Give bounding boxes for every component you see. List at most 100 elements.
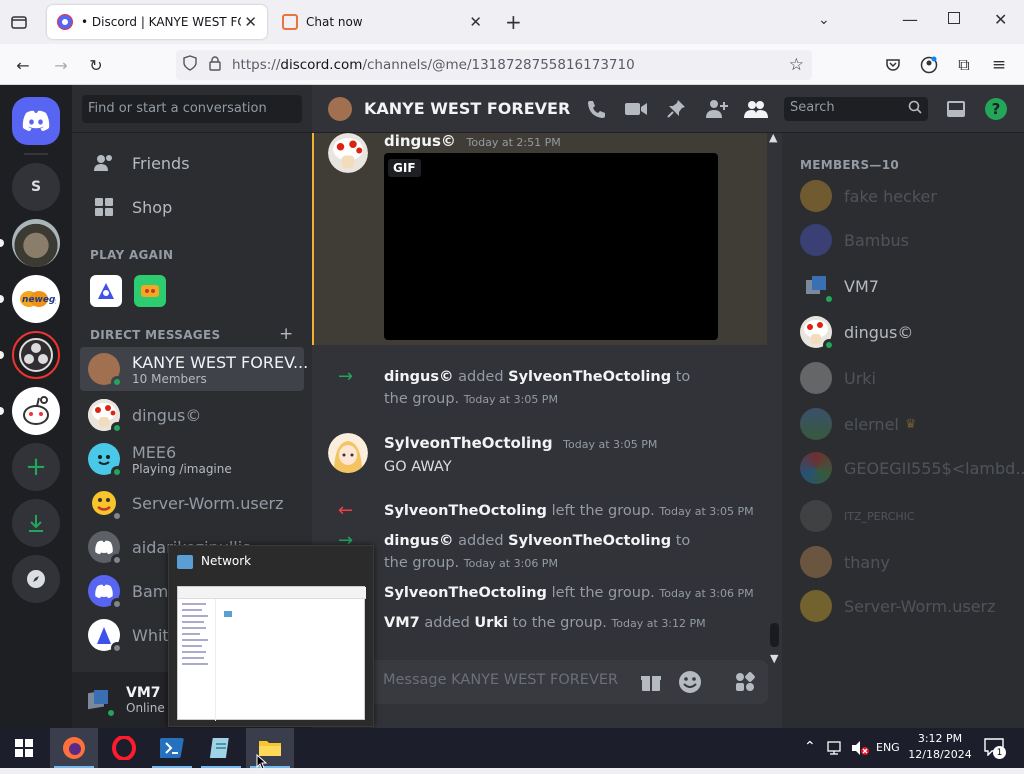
close-tab-icon[interactable]: ✕ bbox=[469, 13, 482, 31]
notification-center-icon[interactable]: 1 bbox=[984, 738, 1006, 760]
video-call-icon[interactable] bbox=[624, 97, 648, 121]
actor-name[interactable]: SylveonTheOctoling bbox=[384, 585, 547, 601]
url-bar[interactable]: https://discord.com/channels/@me/1318728… bbox=[176, 50, 812, 80]
discord-home-button[interactable] bbox=[12, 97, 60, 145]
channel-name[interactable]: KANYE WEST FOREVER bbox=[364, 99, 570, 118]
discord-logo-icon bbox=[22, 110, 50, 131]
explore-servers-button[interactable] bbox=[12, 555, 60, 603]
play-again-game-2[interactable] bbox=[134, 275, 166, 307]
help-icon[interactable]: ? bbox=[984, 97, 1008, 121]
tab-list-icon[interactable] bbox=[10, 13, 28, 31]
scroll-down-icon[interactable]: ▼ bbox=[770, 652, 778, 665]
list-all-tabs-icon[interactable]: ⌄ bbox=[818, 12, 830, 28]
tracking-shield-icon[interactable] bbox=[182, 55, 198, 75]
message-author[interactable]: SylveonTheOctoling bbox=[384, 434, 553, 452]
find-conversation-input[interactable]: Find or start a conversation bbox=[82, 95, 302, 123]
forward-arrow-icon[interactable]: → bbox=[48, 52, 74, 78]
member-item[interactable]: fake hecker bbox=[800, 175, 937, 217]
taskbar-file-explorer[interactable] bbox=[246, 728, 294, 768]
member-item[interactable]: dingus© bbox=[800, 311, 913, 353]
lock-icon[interactable] bbox=[208, 55, 222, 75]
clock[interactable]: 3:12 PM 12/18/2024 bbox=[908, 731, 972, 763]
message-input[interactable]: Message KANYE WEST FOREVER bbox=[383, 672, 618, 688]
volume-muted-icon[interactable] bbox=[850, 740, 870, 760]
menu-icon[interactable]: ≡ bbox=[986, 52, 1012, 78]
member-list-icon[interactable] bbox=[744, 97, 768, 121]
member-item[interactable]: VM7 bbox=[800, 265, 879, 307]
message-author[interactable]: dingus© bbox=[384, 133, 456, 150]
dm-item[interactable]: MEE6 Playing /imagine bbox=[80, 437, 304, 481]
language-indicator[interactable]: ENG bbox=[876, 741, 900, 754]
member-name: GEOEGII555$<lambd... bbox=[844, 458, 1024, 478]
dm-item[interactable]: dingus© bbox=[80, 393, 304, 437]
server-reddit[interactable] bbox=[12, 387, 60, 435]
member-item[interactable]: Urki bbox=[800, 357, 876, 399]
download-apps-button[interactable] bbox=[12, 499, 60, 547]
actor-name[interactable]: dingus© bbox=[384, 533, 454, 549]
tab-chat-now[interactable]: Chat now ✕ bbox=[272, 5, 492, 39]
server-newegg[interactable]: newegg bbox=[12, 275, 60, 323]
message-composer[interactable]: Message KANYE WEST FOREVER bbox=[328, 660, 768, 704]
server-pug[interactable] bbox=[12, 219, 60, 267]
scroll-up-icon[interactable]: ▲ bbox=[769, 133, 777, 144]
minimize-window-icon[interactable]: — bbox=[902, 10, 918, 29]
pinned-messages-icon[interactable] bbox=[664, 97, 688, 121]
taskbar-opera[interactable] bbox=[100, 728, 148, 768]
tab-discord[interactable]: • Discord | KANYE WEST FOREVER ✕ bbox=[47, 5, 267, 39]
shop-nav-item[interactable]: Shop bbox=[80, 186, 304, 228]
close-window-icon[interactable]: ✕ bbox=[994, 10, 1007, 29]
actor-name[interactable]: dingus© bbox=[384, 369, 454, 385]
chat-header: KANYE WEST FOREVER Search ? bbox=[312, 85, 1024, 133]
extensions-icon[interactable]: ⧉ bbox=[951, 52, 977, 78]
show-hidden-icons[interactable]: ⌃ bbox=[804, 739, 816, 755]
taskbar-firefox[interactable] bbox=[50, 728, 98, 768]
network-tray-icon[interactable] bbox=[826, 740, 844, 760]
back-arrow-icon[interactable]: ← bbox=[10, 52, 36, 78]
taskbar-app[interactable] bbox=[197, 728, 245, 768]
leave-arrow-icon: ← bbox=[338, 500, 354, 521]
member-item[interactable]: Server-Worm.userz bbox=[800, 585, 996, 627]
target-name[interactable]: SylveonTheOctoling bbox=[508, 369, 671, 385]
actor-name[interactable]: SylveonTheOctoling bbox=[384, 503, 547, 519]
taskbar-preview-popup[interactable]: Network bbox=[168, 545, 374, 727]
action-text: added bbox=[458, 369, 504, 385]
add-friends-to-dm-icon[interactable] bbox=[704, 97, 728, 121]
pocket-icon[interactable] bbox=[880, 52, 906, 78]
play-again-game-1[interactable] bbox=[90, 275, 122, 307]
apps-icon[interactable] bbox=[734, 671, 756, 697]
maximize-window-icon[interactable] bbox=[948, 12, 960, 24]
message-scrollbar[interactable]: ▲ bbox=[767, 133, 782, 653]
server-s[interactable]: S bbox=[12, 163, 60, 211]
start-button[interactable] bbox=[0, 728, 48, 768]
member-avatar bbox=[800, 546, 832, 578]
member-item[interactable]: thany bbox=[800, 541, 890, 583]
actor-name[interactable]: VM7 bbox=[384, 615, 420, 631]
unread-pill bbox=[0, 351, 4, 359]
member-item[interactable]: Bambus bbox=[800, 219, 909, 261]
member-name: Urki bbox=[844, 368, 876, 388]
create-dm-button[interactable]: + bbox=[279, 324, 293, 344]
member-item[interactable]: elernel ♛ bbox=[800, 403, 917, 445]
bookmark-star-icon[interactable]: ☆ bbox=[789, 55, 804, 75]
target-name[interactable]: SylveonTheOctoling bbox=[508, 533, 671, 549]
gif-attachment[interactable]: GIF bbox=[384, 153, 718, 340]
account-icon[interactable] bbox=[916, 52, 942, 78]
member-item[interactable]: GEOEGII555$<lambd... bbox=[800, 447, 1024, 489]
inbox-icon[interactable] bbox=[944, 97, 968, 121]
add-server-button[interactable]: + bbox=[12, 443, 60, 491]
close-tab-icon[interactable]: ✕ bbox=[244, 13, 257, 31]
new-tab-button[interactable]: + bbox=[505, 10, 522, 34]
emoji-icon[interactable] bbox=[678, 670, 702, 698]
voice-call-icon[interactable] bbox=[584, 97, 608, 121]
message-search-input[interactable]: Search bbox=[784, 97, 928, 121]
dm-item[interactable]: KANYE WEST FOREV... 10 Members bbox=[80, 347, 308, 391]
gift-icon[interactable] bbox=[640, 671, 662, 697]
dm-item[interactable]: Server-Worm.userz bbox=[80, 481, 304, 525]
friends-nav-item[interactable]: Friends bbox=[80, 142, 304, 184]
member-item[interactable]: ITZ_PERCHIC bbox=[800, 495, 915, 537]
scroll-thumb[interactable] bbox=[770, 623, 779, 647]
reload-icon[interactable]: ↻ bbox=[83, 52, 109, 78]
server-obs[interactable] bbox=[12, 331, 60, 379]
target-name[interactable]: Urki bbox=[474, 615, 508, 631]
taskbar-powershell[interactable] bbox=[148, 728, 196, 768]
